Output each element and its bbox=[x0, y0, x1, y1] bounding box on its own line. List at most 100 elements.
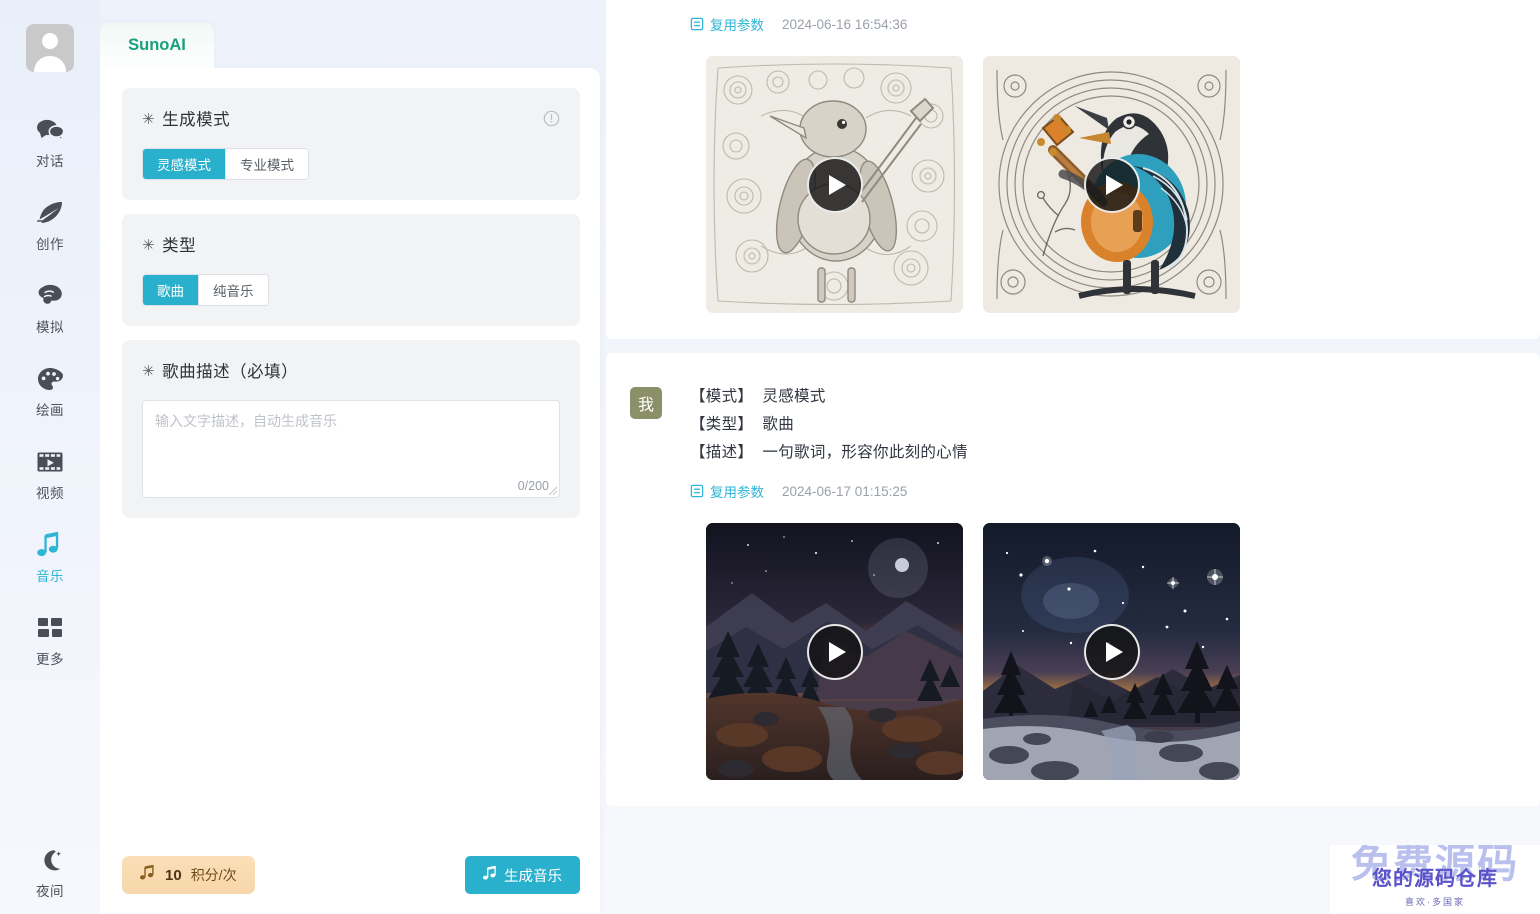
tab-sunoai[interactable]: SunoAI bbox=[100, 22, 214, 68]
app-root: 对话 创作 模拟 绘画 视频 音乐 更多 夜间 SunoAI ✳ 生成模式 灵感… bbox=[0, 0, 1540, 914]
tab-label: SunoAI bbox=[128, 35, 186, 54]
video-icon bbox=[36, 447, 64, 477]
bird-guitar-color-thumbnail[interactable] bbox=[983, 56, 1240, 313]
type-option-instrumental[interactable]: 纯音乐 bbox=[199, 275, 268, 305]
result-thumbnail-list bbox=[630, 56, 1506, 313]
tab-bar: SunoAI bbox=[100, 22, 600, 68]
sidebar-item-label: 绘画 bbox=[36, 403, 64, 418]
reuse-params-label: 复用参数 bbox=[710, 485, 764, 500]
generation-mode-segmented-control: 灵感模式 专业模式 bbox=[142, 148, 309, 180]
credit-unit: 积分/次 bbox=[190, 867, 237, 883]
type-segmented-control: 歌曲 纯音乐 bbox=[142, 274, 269, 306]
starry-winter-lake-thumbnail[interactable] bbox=[983, 523, 1240, 780]
chat-message-card: 我 【模式】 灵感模式 【类型】 歌曲 【描述】 一句歌词，形容你此刻的心情 复… bbox=[606, 353, 1540, 806]
sidebar-item-night-mode[interactable]: 夜间 bbox=[0, 836, 100, 908]
message-line-key: 【模式】 bbox=[690, 388, 754, 405]
message-line-value: 歌曲 bbox=[762, 416, 795, 433]
play-button-overlay[interactable] bbox=[806, 623, 863, 680]
sidebar-item-painting[interactable]: 绘画 bbox=[0, 355, 100, 427]
form-footer: 10 积分/次 生成音乐 bbox=[122, 852, 580, 898]
user-avatar[interactable] bbox=[26, 24, 74, 72]
sidebar-item-video[interactable]: 视频 bbox=[0, 438, 100, 510]
type-option-song[interactable]: 歌曲 bbox=[143, 275, 199, 305]
card-title-text: 生成模式 bbox=[162, 111, 231, 129]
sidebar-item-music[interactable]: 音乐 bbox=[0, 521, 100, 593]
sidebar-item-more[interactable]: 更多 bbox=[0, 604, 100, 676]
moon-icon bbox=[37, 845, 63, 875]
message-timestamp: 2024-06-16 16:54:36 bbox=[782, 16, 908, 32]
watermark-mid-text: 您的源码仓库 bbox=[1372, 867, 1498, 890]
sidebar-item-label: 对话 bbox=[36, 154, 64, 169]
chat-message-card: 【类型】 歌曲 【描述】 写一首快乐的儿歌, 放牛娃 bbox=[606, 0, 1540, 339]
song-description-input[interactable] bbox=[143, 401, 559, 497]
play-button-overlay[interactable] bbox=[1083, 156, 1140, 213]
mode-option-professional[interactable]: 专业模式 bbox=[226, 149, 308, 179]
card-header: ✳ 类型 bbox=[142, 232, 560, 256]
message-meta: 复用参数 2024-06-16 16:54:36 bbox=[690, 14, 1506, 34]
play-button-overlay[interactable] bbox=[1083, 623, 1140, 680]
required-star: ✳ bbox=[142, 236, 156, 254]
left-nav-sidebar: 对话 创作 模拟 绘画 视频 音乐 更多 夜间 bbox=[0, 0, 100, 914]
message-body: 【模式】 灵感模式 【类型】 歌曲 【描述】 一句歌词，形容你此刻的心情 复用参… bbox=[690, 383, 1506, 501]
message-line: 【类型】 歌曲 bbox=[690, 411, 1506, 439]
night-mountain-river-thumbnail[interactable] bbox=[706, 523, 963, 780]
sidebar-item-label: 模拟 bbox=[36, 320, 64, 335]
music-note-icon bbox=[140, 864, 156, 886]
sidebar-item-label: 视频 bbox=[36, 486, 64, 501]
sidebar-item-create[interactable]: 创作 bbox=[0, 189, 100, 261]
avatar-person-icon bbox=[34, 33, 66, 72]
result-thumbnail-list bbox=[630, 523, 1506, 780]
bird-guitar-sketch-thumbnail[interactable] bbox=[706, 56, 963, 313]
brain-icon bbox=[36, 281, 64, 311]
mode-option-inspiration[interactable]: 灵感模式 bbox=[143, 149, 226, 179]
music-icon bbox=[37, 530, 63, 560]
resize-handle-icon[interactable] bbox=[548, 486, 558, 496]
sidebar-item-simulate[interactable]: 模拟 bbox=[0, 272, 100, 344]
card-title-text: 类型 bbox=[162, 237, 197, 255]
message-body: 【类型】 歌曲 【描述】 写一首快乐的儿歌, 放牛娃 bbox=[690, 0, 1506, 34]
watermark-small-text: 喜欢·多国家 bbox=[1405, 896, 1465, 907]
sidebar-item-label: 夜间 bbox=[36, 884, 64, 899]
message-line-value: 一句歌词，形容你此刻的心情 bbox=[762, 444, 968, 461]
card-header: ✳ 歌曲描述（必填） bbox=[142, 358, 560, 382]
sidebar-item-chat[interactable]: 对话 bbox=[0, 106, 100, 178]
type-card: ✳ 类型 歌曲 纯音乐 bbox=[122, 214, 580, 326]
suno-form-panel: ✳ 生成模式 灵感模式 专业模式 ✳ 类型 歌曲 纯音乐 ✳ 歌曲描述（必填） … bbox=[100, 68, 600, 914]
grid-icon bbox=[37, 613, 63, 643]
info-circle-icon[interactable] bbox=[543, 110, 560, 127]
character-counter: 0/200 bbox=[517, 479, 549, 493]
reuse-params-button[interactable]: 复用参数 bbox=[690, 14, 764, 34]
music-note-icon bbox=[483, 865, 498, 885]
reuse-params-label: 复用参数 bbox=[710, 18, 764, 33]
message-line-key: 【描述】 bbox=[690, 444, 754, 461]
generate-music-button[interactable]: 生成音乐 bbox=[465, 856, 580, 894]
card-title-text: 歌曲描述（必填） bbox=[162, 363, 299, 381]
message-row: 我 【模式】 灵感模式 【类型】 歌曲 【描述】 一句歌词，形容你此刻的心情 复… bbox=[630, 383, 1506, 501]
chat-message-inner: 【类型】 歌曲 【描述】 写一首快乐的儿歌, 放牛娃 bbox=[606, 0, 1540, 313]
watermark-overlay: 免费源码 您的源码仓库 喜欢·多国家 bbox=[1330, 845, 1540, 914]
generate-music-label: 生成音乐 bbox=[504, 868, 562, 885]
message-line: 【描述】 一句歌词，形容你此刻的心情 bbox=[690, 439, 1506, 467]
avatar: 我 bbox=[630, 387, 662, 419]
feather-icon bbox=[36, 198, 64, 228]
sidebar-item-label: 创作 bbox=[36, 237, 64, 252]
reuse-params-button[interactable]: 复用参数 bbox=[690, 481, 764, 501]
chat-icon bbox=[36, 115, 64, 145]
sidebar-item-label: 音乐 bbox=[36, 569, 64, 584]
required-star: ✳ bbox=[142, 362, 156, 380]
credit-cost-badge: 10 积分/次 bbox=[122, 856, 255, 894]
suno-form-column: SunoAI ✳ 生成模式 灵感模式 专业模式 ✳ 类型 歌曲 纯音乐 ✳ 歌曲… bbox=[100, 0, 600, 914]
message-row: 【类型】 歌曲 【描述】 写一首快乐的儿歌, 放牛娃 bbox=[630, 0, 1506, 34]
card-header: ✳ 生成模式 bbox=[142, 106, 560, 130]
card-title: ✳ 歌曲描述（必填） bbox=[142, 358, 298, 382]
required-star: ✳ bbox=[142, 110, 156, 128]
card-title: ✳ 生成模式 bbox=[142, 106, 230, 130]
chat-history-column[interactable]: 【类型】 歌曲 【描述】 写一首快乐的儿歌, 放牛娃 bbox=[600, 0, 1540, 914]
sidebar-bottom-group: 夜间 bbox=[0, 836, 100, 908]
sidebar-item-label: 更多 bbox=[36, 652, 64, 667]
generation-mode-card: ✳ 生成模式 灵感模式 专业模式 bbox=[122, 88, 580, 200]
description-input-wrapper: 0/200 bbox=[142, 400, 560, 498]
copy-icon bbox=[690, 17, 704, 31]
play-button-overlay[interactable] bbox=[806, 156, 863, 213]
message-line-value: 灵感模式 bbox=[762, 388, 826, 405]
